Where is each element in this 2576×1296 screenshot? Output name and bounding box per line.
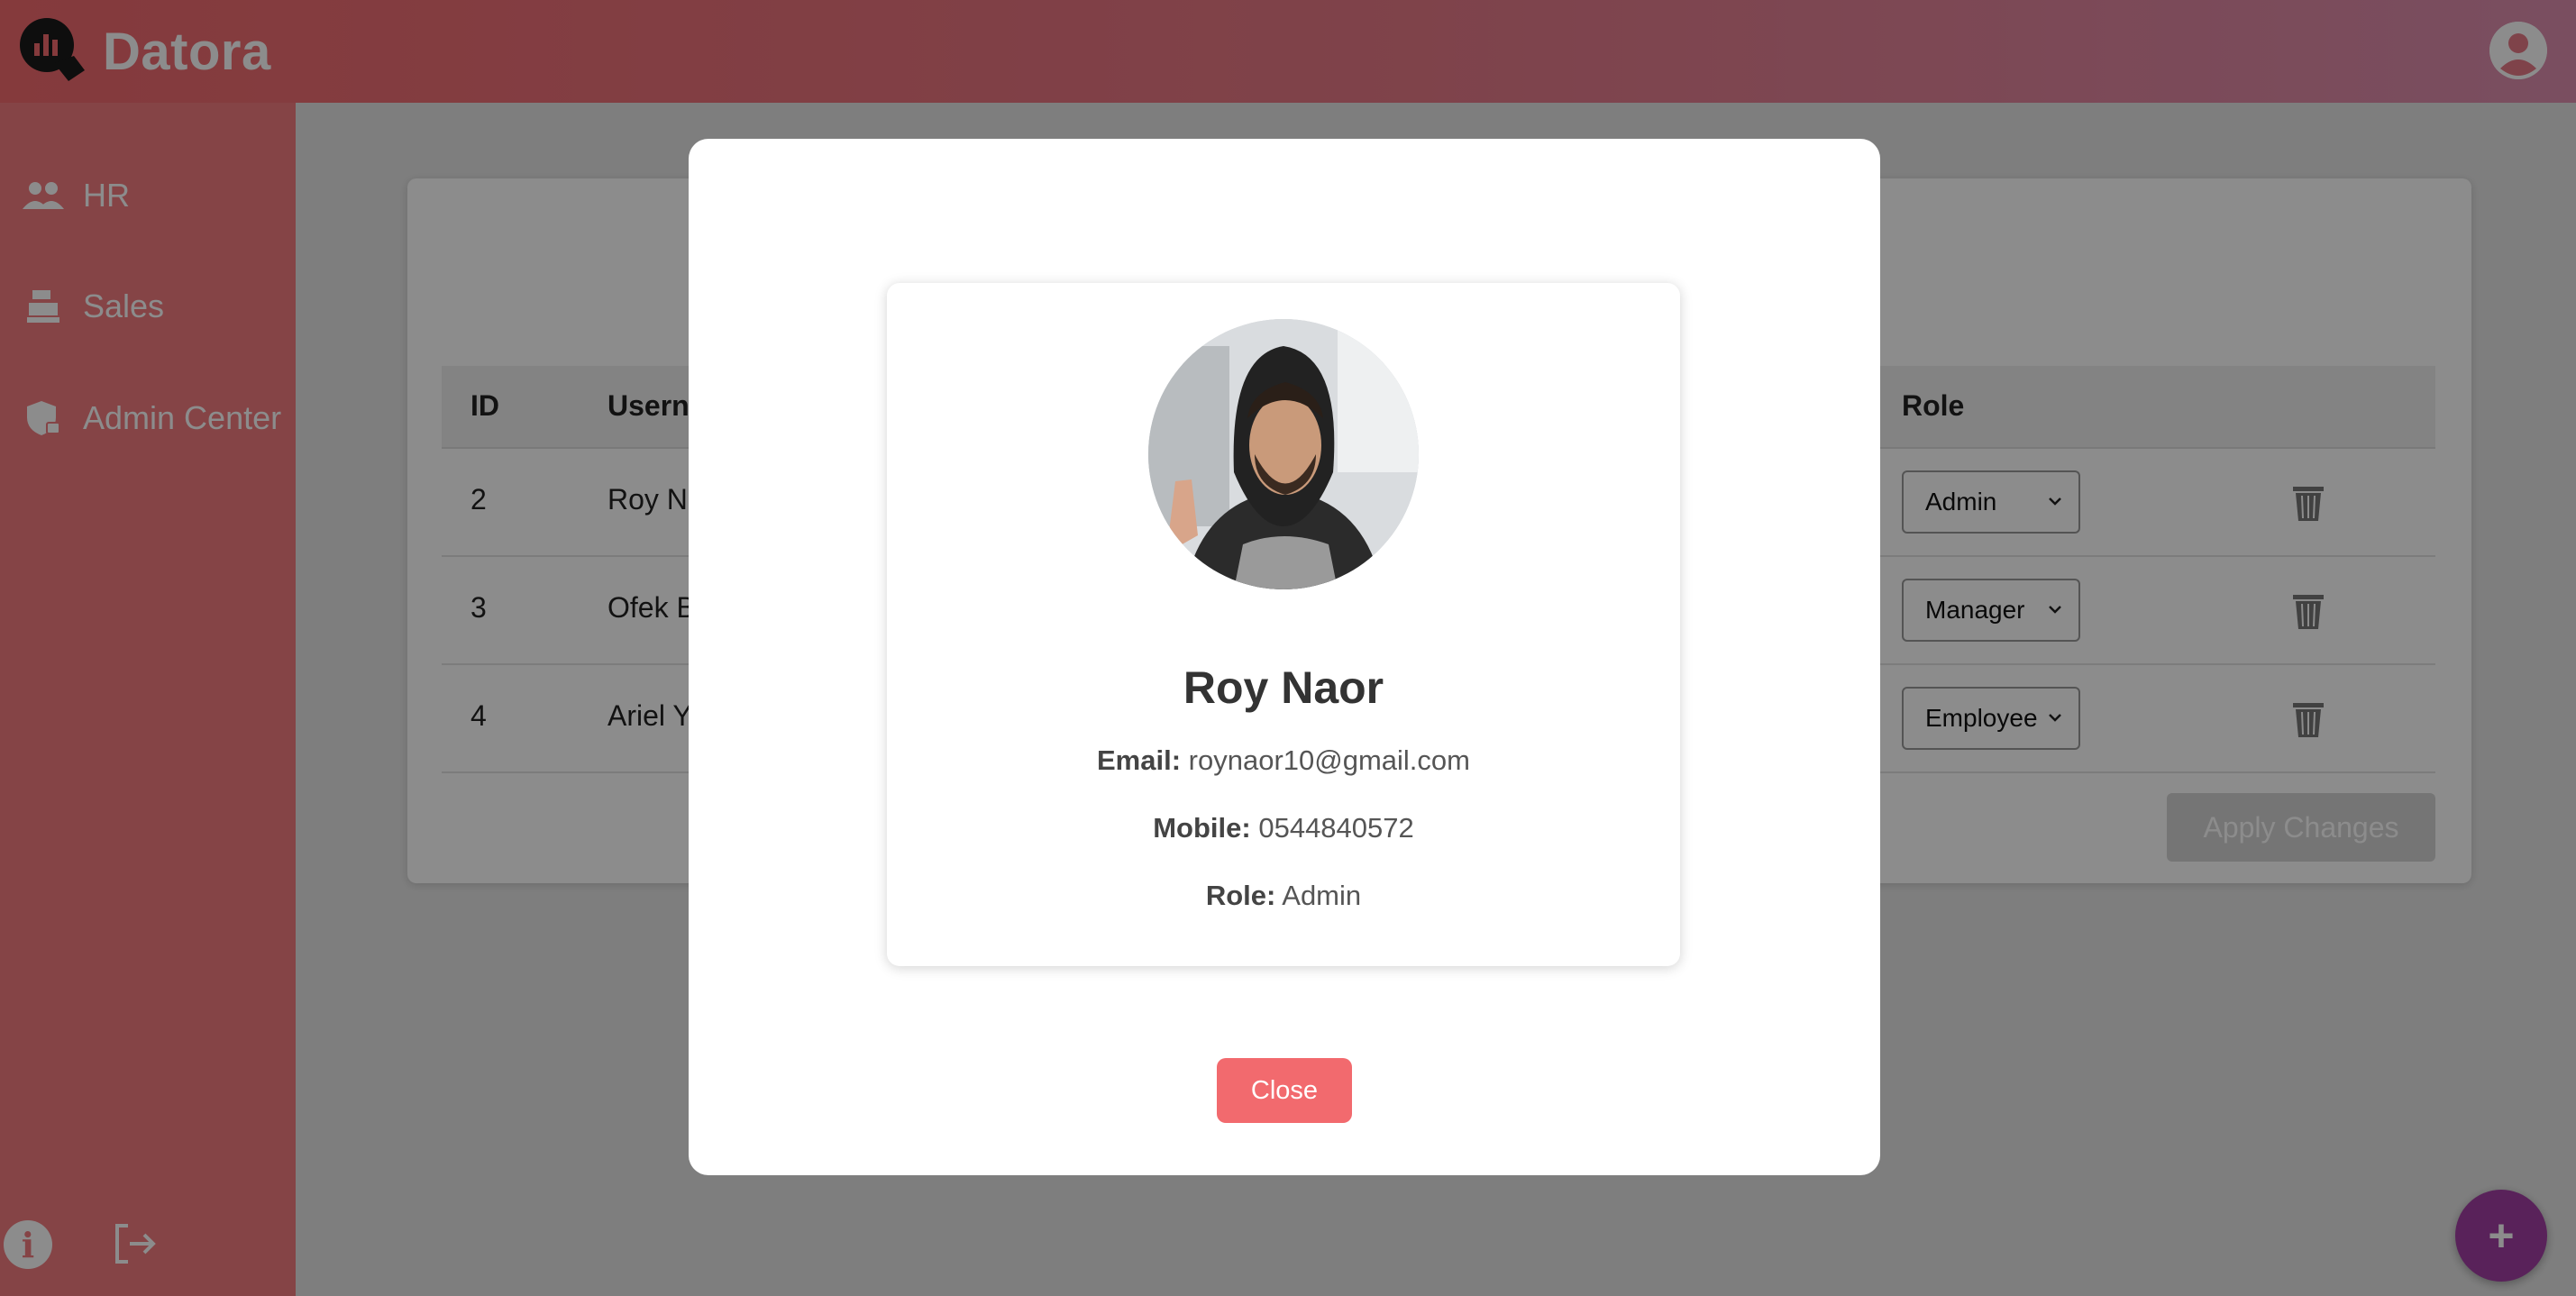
profile-email: roynaor10@gmail.com [1188,744,1470,776]
mobile-label: Mobile: [1153,812,1251,844]
close-button[interactable]: Close [1217,1058,1352,1123]
profile-role: Admin [1282,880,1362,911]
profile-photo [1148,319,1419,589]
profile-card: Roy Naor Email: roynaor10@gmail.com Mobi… [887,283,1680,966]
profile-mobile-line: Mobile: 0544840572 [887,812,1680,844]
profile-mobile: 0544840572 [1258,812,1414,844]
email-label: Email: [1097,744,1182,776]
profile-name: Roy Naor [1183,662,1384,713]
role-label: Role: [1205,880,1276,911]
profile-email-line: Email: roynaor10@gmail.com [887,744,1680,777]
profile-role-line: Role: Admin [887,880,1680,912]
profile-modal: Roy Naor Email: roynaor10@gmail.com Mobi… [689,139,1880,1175]
